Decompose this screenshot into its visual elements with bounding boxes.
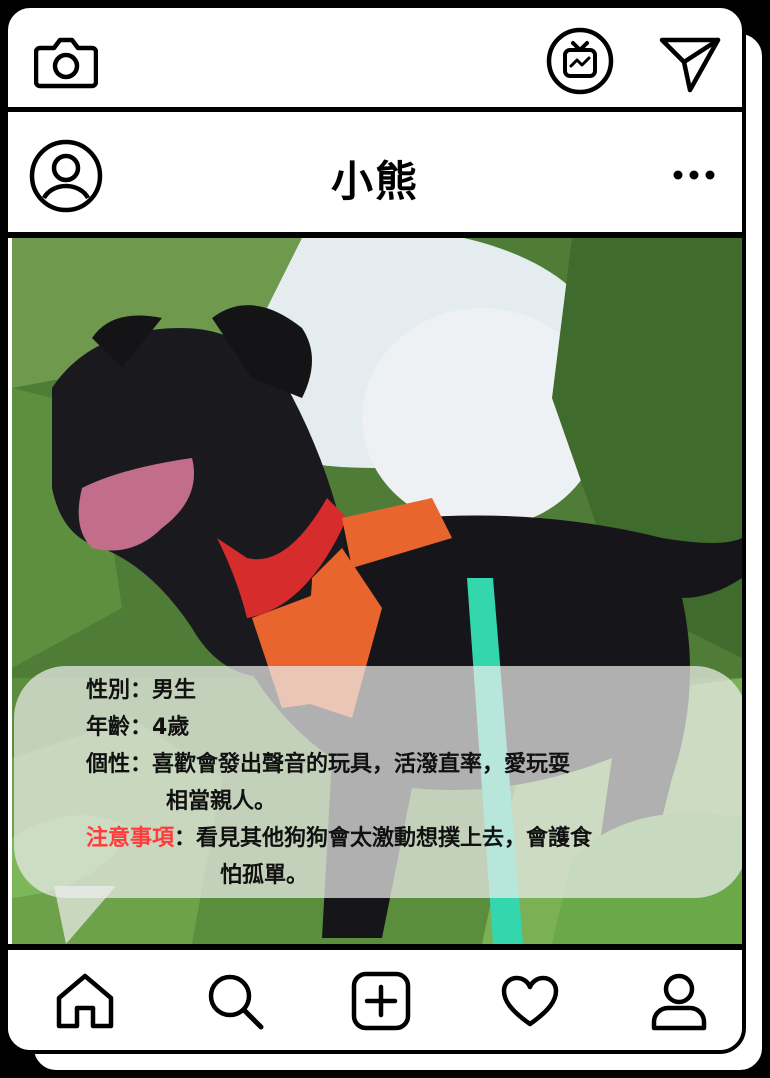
profile-bar: 小熊 bbox=[8, 112, 742, 238]
home-icon[interactable] bbox=[54, 972, 116, 1030]
personality-label: 個性： bbox=[86, 752, 153, 777]
add-post-icon[interactable] bbox=[350, 970, 412, 1032]
send-icon[interactable] bbox=[658, 34, 722, 94]
more-icon[interactable] bbox=[672, 168, 716, 182]
personality-row: 個性：喜歡會發出聲音的玩具，活潑直率，愛玩耍 bbox=[86, 746, 570, 778]
top-bar bbox=[8, 8, 742, 112]
profile-name[interactable]: 小熊 bbox=[8, 148, 742, 209]
gender-label: 性別： bbox=[86, 678, 153, 703]
notes-label: 注意事項 bbox=[86, 826, 175, 851]
age-row: 年齡：4歲 bbox=[86, 709, 189, 741]
notes-row: 注意事項：看見其他狗狗會太激動想撲上去，會護食 bbox=[86, 820, 592, 852]
gender-row: 性別：男生 bbox=[86, 672, 196, 704]
notes-row-2: 怕孤單。 bbox=[220, 857, 308, 889]
personality-line1: 喜歡會發出聲音的玩具，活潑直率，愛玩耍 bbox=[152, 752, 571, 777]
search-icon[interactable] bbox=[206, 972, 266, 1032]
igtv-icon[interactable] bbox=[545, 26, 615, 96]
personality-row-2: 相當親人。 bbox=[166, 783, 276, 815]
notes-line2: 怕孤單。 bbox=[220, 863, 309, 888]
gender-value: 男生 bbox=[152, 678, 197, 703]
camera-icon[interactable] bbox=[34, 34, 98, 92]
age-value: 4歲 bbox=[152, 715, 190, 740]
post-card: 小熊 性別：男生 年齡：4歲 個性：喜歡會發出聲音的玩具，活潑直率，愛玩耍 相當… bbox=[4, 4, 746, 1054]
bottom-nav bbox=[8, 944, 742, 1050]
info-bubble-tail bbox=[54, 886, 116, 944]
personality-line2: 相當親人。 bbox=[166, 789, 277, 814]
notes-line1: ：看見其他狗狗會太激動想撲上去，會護食 bbox=[174, 826, 593, 851]
profile-icon[interactable] bbox=[648, 970, 710, 1032]
heart-icon[interactable] bbox=[500, 974, 560, 1028]
age-label: 年齡： bbox=[86, 715, 153, 740]
